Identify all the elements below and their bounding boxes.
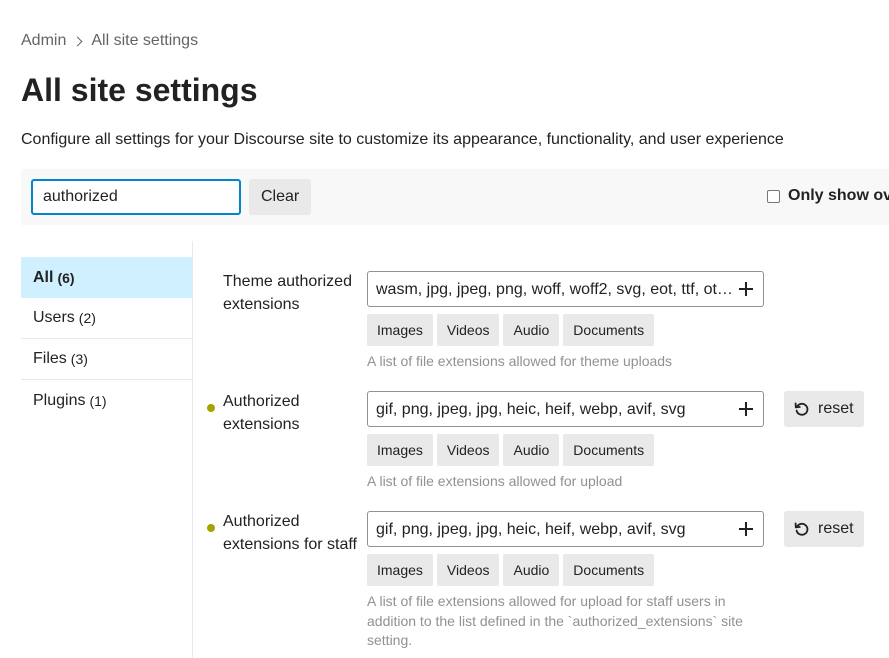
undo-icon — [794, 402, 809, 416]
chip-documents[interactable]: Documents — [563, 554, 655, 586]
preset-chips: Images Videos Audio Documents — [367, 554, 655, 586]
setting-value-list[interactable]: gif, png, jpeg, jpg, heic, heif, webp, a… — [367, 391, 764, 427]
preset-chips: Images Videos Audio Documents — [367, 434, 655, 466]
chip-videos[interactable]: Videos — [436, 434, 500, 466]
reset-label: reset — [818, 400, 854, 417]
setting-value: gif, png, jpeg, jpg, heic, heif, webp, a… — [376, 521, 686, 538]
plus-icon[interactable] — [738, 521, 754, 537]
overridden-dot-icon — [207, 524, 215, 532]
preset-chips: Images Videos Audio Documents — [367, 314, 655, 346]
chip-audio[interactable]: Audio — [503, 554, 560, 586]
breadcrumb-current[interactable]: All site settings — [91, 32, 198, 50]
plus-icon[interactable] — [738, 281, 754, 297]
sidebar-item-label: All — [33, 268, 54, 286]
overridden-dot-icon — [207, 404, 215, 412]
chip-videos[interactable]: Videos — [436, 314, 500, 346]
chip-videos[interactable]: Videos — [436, 554, 500, 586]
chip-audio[interactable]: Audio — [503, 434, 560, 466]
sidebar-item-users[interactable]: Users (2) — [21, 298, 192, 339]
sidebar-item-label: Plugins — [33, 391, 86, 409]
sidebar-item-count: (6) — [57, 269, 75, 286]
setting-label: Authorized extensions for staff — [223, 513, 357, 553]
setting-description: A list of file extensions allowed for up… — [367, 473, 623, 489]
clear-button[interactable]: Clear — [249, 179, 312, 215]
sidebar-item-all[interactable]: All (6) — [21, 257, 192, 298]
chip-documents[interactable]: Documents — [563, 434, 655, 466]
sidebar-item-count: (2) — [78, 310, 96, 326]
chip-audio[interactable]: Audio — [503, 314, 560, 346]
reset-label: reset — [818, 520, 854, 537]
setting-description: A list of file extensions allowed for th… — [367, 353, 673, 369]
page-title: All site settings — [21, 72, 258, 108]
setting-value-list[interactable]: gif, png, jpeg, jpg, heic, heif, webp, a… — [367, 511, 764, 547]
filter-bar: Clear Only show ov — [21, 169, 889, 225]
only-overridden-label: Only show ov — [788, 187, 889, 204]
sidebar-item-label: Users — [33, 309, 75, 326]
breadcrumb-admin-link[interactable]: Admin — [21, 32, 66, 50]
undo-icon — [794, 522, 809, 536]
plus-icon[interactable] — [738, 401, 754, 417]
filter-input[interactable] — [31, 179, 241, 215]
only-overridden-checkbox[interactable] — [767, 189, 780, 203]
setting-label: Authorized extensions — [223, 393, 300, 433]
only-overridden-toggle[interactable]: Only show ov — [767, 187, 889, 205]
breadcrumb: Admin All site settings — [21, 32, 198, 50]
setting-value: wasm, jpg, jpeg, png, woff, woff2, svg, … — [376, 281, 733, 298]
sidebar-item-label: Files — [33, 350, 67, 367]
sidebar-item-count: (1) — [89, 392, 107, 409]
chevron-right-icon — [72, 36, 83, 46]
setting-label: Theme authorized extensions — [223, 273, 352, 313]
page-description: Configure all settings for your Discours… — [21, 131, 784, 148]
sidebar-item-plugins[interactable]: Plugins (1) — [21, 380, 192, 421]
setting-value-list[interactable]: wasm, jpg, jpeg, png, woff, woff2, svg, … — [367, 271, 764, 307]
chip-images[interactable]: Images — [367, 434, 433, 466]
sidebar-item-count: (3) — [70, 351, 88, 367]
chip-images[interactable]: Images — [367, 314, 433, 346]
sidebar-item-files[interactable]: Files (3) — [21, 339, 192, 380]
chip-documents[interactable]: Documents — [563, 314, 655, 346]
chip-images[interactable]: Images — [367, 554, 433, 586]
category-sidebar: All (6) Users (2) Files (3) Plugins (1) — [21, 241, 193, 658]
reset-button[interactable]: reset — [784, 391, 864, 427]
setting-description: A list of file extensions allowed for up… — [367, 593, 743, 648]
setting-value: gif, png, jpeg, jpg, heic, heif, webp, a… — [376, 401, 686, 418]
reset-button[interactable]: reset — [784, 511, 864, 547]
